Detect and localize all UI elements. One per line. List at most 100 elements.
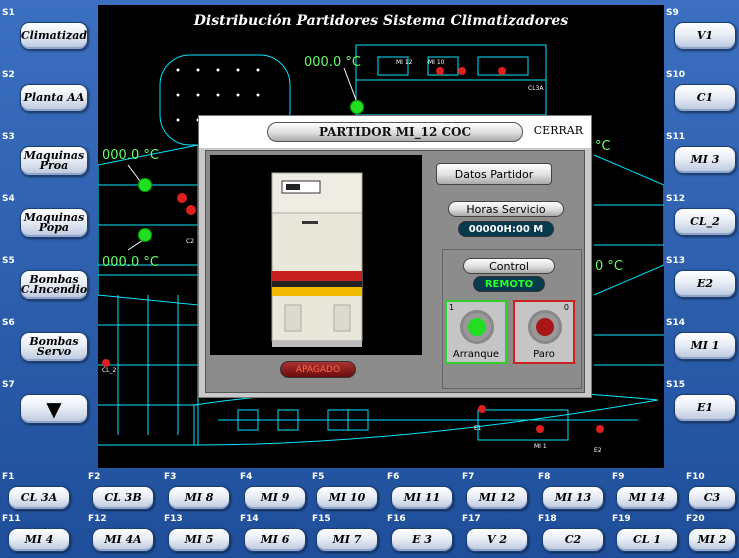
c3-button[interactable]: C3 [688, 486, 736, 510]
sensor-indicator-1[interactable] [350, 100, 364, 114]
map-title: Distribución Partidores Sistema Climatiz… [193, 13, 569, 29]
slot-f15: F15 MI 7 [310, 514, 386, 558]
slot-s7: S7 ▼ [0, 380, 98, 436]
mi4-button[interactable]: MI 4 [8, 528, 70, 552]
start-lamp-number: 1 [449, 303, 455, 312]
e3-button[interactable]: E 3 [391, 528, 453, 552]
slot-f8: F8 MI 13 [536, 472, 612, 514]
slot-f2: F2 CL 3B [86, 472, 162, 514]
close-button[interactable]: CERRAR [534, 124, 583, 137]
popup-title: PARTIDOR MI_12 COC [267, 122, 523, 142]
mi11-button[interactable]: MI 11 [391, 486, 453, 510]
air-handler-unit-icon [271, 172, 363, 347]
slot-s9: S9 V1 [664, 8, 739, 64]
mi10-button[interactable]: MI 10 [316, 486, 378, 510]
slot-s15: S15 E1 [664, 380, 739, 436]
slot-f13: F13 MI 5 [162, 514, 238, 558]
alarm-indicator-2[interactable] [186, 205, 196, 215]
alarm-indicator-9[interactable] [596, 425, 604, 433]
e1-button[interactable]: E1 [674, 394, 736, 422]
stop-lamp-number: 0 [563, 303, 569, 312]
map-label-cl2: CL_2 [102, 367, 117, 374]
datos-partidor-button[interactable]: Datos Partidor [436, 163, 552, 185]
alarm-indicator-1[interactable] [177, 193, 187, 203]
mi1-button[interactable]: MI 1 [674, 332, 736, 360]
slot-f7: F7 MI 12 [460, 472, 536, 514]
slot-f4: F4 MI 9 [238, 472, 314, 514]
map-label-mi10: MI 10 [428, 59, 445, 66]
hmi-frame: S1 Climatizad S2 Planta AA S3 Maquinas P… [0, 0, 739, 558]
slot-f17: F17 V 2 [460, 514, 536, 558]
mi14-button[interactable]: MI 14 [616, 486, 678, 510]
e2-button[interactable]: E2 [674, 270, 736, 298]
map-label-mi12: MI 12 [396, 59, 413, 66]
mi3-button[interactable]: MI 3 [674, 146, 736, 174]
mi5-button[interactable]: MI 5 [168, 528, 230, 552]
start-lamp-box[interactable]: 1 Arranque [445, 300, 507, 364]
climatizad-button[interactable]: Climatizad [20, 22, 88, 50]
slot-f5: F5 MI 10 [310, 472, 386, 514]
control-panel: Control REMOTO 1 Arranque 0 Paro [442, 249, 582, 389]
cl3b-button[interactable]: CL 3B [92, 486, 154, 510]
slot-f20: F20 MI 2 [684, 514, 739, 558]
state-indicator: APAGADO [280, 361, 356, 378]
planta-aa-button[interactable]: Planta AA [20, 84, 88, 112]
slot-s6: S6 Bombas Servo [0, 318, 98, 374]
mi12-button[interactable]: MI 12 [466, 486, 528, 510]
slot-f10: F10 C3 [684, 472, 739, 514]
alarm-indicator-3[interactable] [436, 67, 444, 75]
popup-header: PARTIDOR MI_12 COC CERRAR [199, 116, 591, 148]
slot-f14: F14 MI 6 [238, 514, 314, 558]
alarm-indicator-7[interactable] [478, 405, 486, 413]
control-label: Control [463, 258, 555, 274]
slot-f11: F11 MI 4 [0, 514, 76, 558]
cl2-button[interactable]: CL_2 [674, 208, 736, 236]
control-mode-display: REMOTO [473, 276, 545, 292]
alarm-indicator-5[interactable] [498, 67, 506, 75]
slot-s2: S2 Planta AA [0, 70, 98, 126]
slot-s13: S13 E2 [664, 256, 739, 312]
slot-s4: S4 Maquinas Popa [0, 194, 98, 250]
sensor-indicator-2[interactable] [138, 178, 152, 192]
map-label-cl3a: CL3A [528, 85, 544, 92]
sensor-indicator-3[interactable] [138, 228, 152, 242]
slot-f9: F9 MI 14 [610, 472, 686, 514]
alarm-indicator-4[interactable] [458, 67, 466, 75]
mi9-button[interactable]: MI 9 [244, 486, 306, 510]
stop-label: Paro [533, 349, 555, 360]
bombas-c-incendio-button[interactable]: Bombas C.Incendio [20, 270, 88, 300]
alarm-indicator-6[interactable] [102, 359, 110, 367]
cl1-button[interactable]: CL 1 [616, 528, 678, 552]
bottom-row-2: F11 MI 4 F12 MI 4A F13 MI 5 F14 MI 6 F15 MI 7… [0, 514, 739, 558]
maquinas-popa-button[interactable]: Maquinas Popa [20, 208, 88, 238]
slot-s12: S12 CL_2 [664, 194, 739, 250]
stop-lamp-box[interactable]: 0 Paro [513, 300, 575, 364]
slot-f18: F18 C2 [536, 514, 612, 558]
slot-s1: S1 Climatizad [0, 8, 98, 64]
mi4a-button[interactable]: MI 4A [92, 528, 154, 552]
slot-f12: F12 MI 4A [86, 514, 162, 558]
slot-s3: S3 Maquinas Proa [0, 132, 98, 188]
mi6-button[interactable]: MI 6 [244, 528, 306, 552]
mi2-button[interactable]: MI 2 [688, 528, 736, 552]
v1-button[interactable]: V1 [674, 22, 736, 50]
slot-f3: F3 MI 8 [162, 472, 238, 514]
c2-button[interactable]: C2 [542, 528, 604, 552]
maquinas-proa-button[interactable]: Maquinas Proa [20, 146, 88, 176]
c1-button[interactable]: C1 [674, 84, 736, 112]
map-label-c2: C2 [186, 238, 195, 245]
temp-readout-5: 0 °C [595, 259, 623, 274]
cl3a-button[interactable]: CL 3A [8, 486, 70, 510]
mi13-button[interactable]: MI 13 [542, 486, 604, 510]
map-label-mi1: MI 1 [534, 443, 547, 450]
temp-readout-3: 000.0 °C [102, 255, 159, 270]
equipment-image-panel [210, 155, 422, 355]
mi8-button[interactable]: MI 8 [168, 486, 230, 510]
mi7-button[interactable]: MI 7 [316, 528, 378, 552]
bombas-servo-button[interactable]: Bombas Servo [20, 332, 88, 362]
scroll-down-button[interactable]: ▼ [20, 394, 88, 424]
slot-f16: F16 E 3 [385, 514, 461, 558]
v2-button[interactable]: V 2 [466, 528, 528, 552]
temp-readout-4: °C [595, 139, 611, 154]
alarm-indicator-8[interactable] [536, 425, 544, 433]
